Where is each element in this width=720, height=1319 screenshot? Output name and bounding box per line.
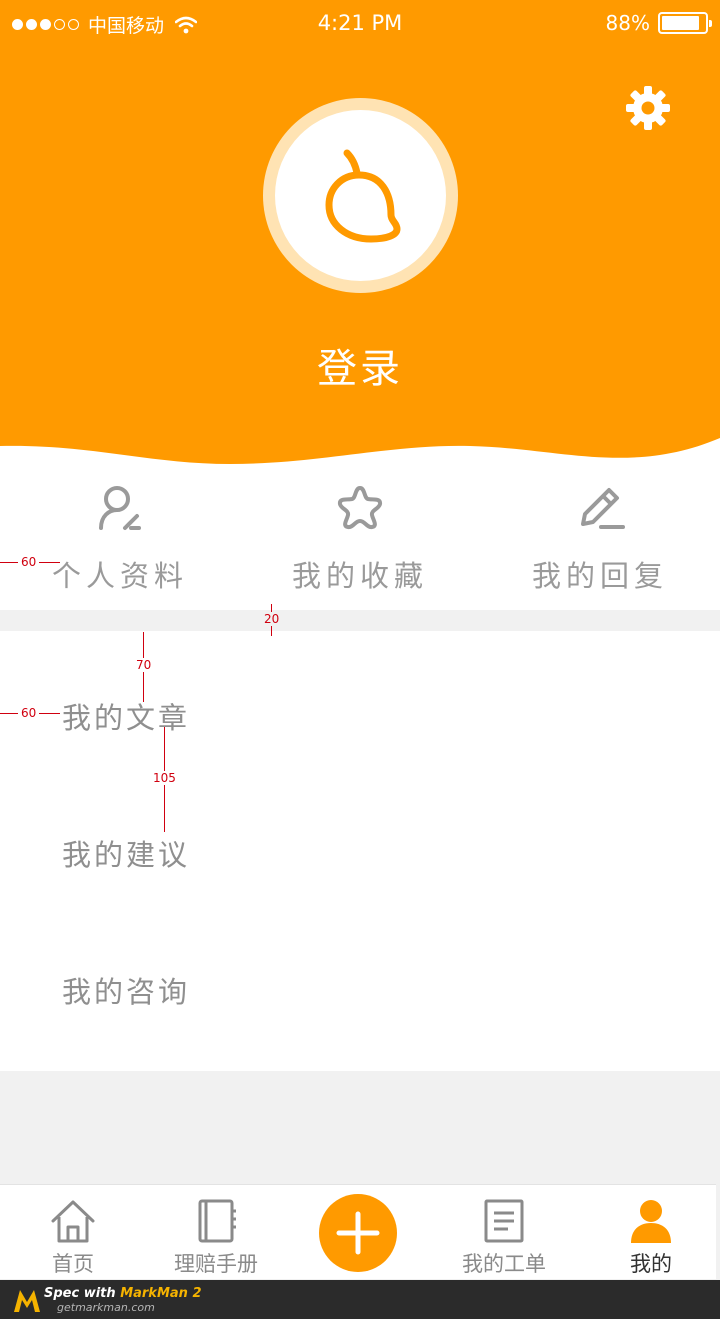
login-button[interactable]: 登录 [0,336,720,394]
user-edit-icon [99,486,141,530]
battery-icon [658,12,712,34]
markman-title: Spec with MarkMan 2 [44,1286,202,1301]
tab-label: 首页 [52,1252,94,1276]
document-icon [484,1199,524,1243]
tab-bar: 首页 理赔手册 我的工单 我的 [0,1184,716,1279]
markman-watermark: Spec with MarkMan 2 getmarkman.com [0,1280,720,1319]
home-icon [51,1200,95,1243]
quick-action-profile[interactable]: 个人资料 [0,482,240,610]
markman-logo [14,1290,40,1312]
header-wave [0,438,720,482]
tab-work-orders[interactable]: 我的工单 [430,1185,576,1280]
spec-label: 105 [152,771,177,785]
tab-label: 我的工单 [462,1252,546,1276]
menu-item-consultations[interactable]: 我的咨询 [62,969,662,1011]
menu-list: 我的文章 我的建议 我的咨询 [0,631,720,1071]
spec-label: 70 [135,658,153,672]
notebook-icon [198,1199,236,1243]
tab-label: 理赔手册 [174,1252,258,1276]
battery-percent: 88% [605,11,650,35]
status-bar: 中国移动 4:21 PM 88% [0,0,720,46]
tab-mine[interactable]: 我的 [576,1185,716,1280]
person-icon [631,1200,671,1243]
markman-url: getmarkman.com [57,1301,155,1314]
menu-item-articles[interactable]: 我的文章 [62,695,662,737]
quick-action-favorites[interactable]: 我的收藏 [240,482,480,610]
quick-actions: 个人资料 我的收藏 我的回复 [0,482,720,610]
plus-icon [336,1211,380,1255]
avatar-inner [275,110,446,281]
add-button[interactable] [319,1194,397,1272]
tab-home[interactable]: 首页 [0,1185,146,1280]
battery-fill [662,16,699,30]
quick-action-label: 我的收藏 [291,559,428,593]
gear-icon[interactable] [624,84,672,132]
mango-icon [325,149,400,242]
star-icon [337,486,383,530]
spec-label: 60 [18,706,40,720]
avatar[interactable] [263,98,458,293]
tab-claims-manual[interactable]: 理赔手册 [146,1185,286,1280]
tab-label: 我的 [630,1252,672,1276]
quick-action-replies[interactable]: 我的回复 [480,482,720,610]
spec-label: 20 [263,612,281,626]
status-right: 88% [605,11,712,35]
menu-item-suggestions[interactable]: 我的建议 [62,832,662,874]
spec-label: 60 [18,555,40,569]
quick-action-label: 我的回复 [531,559,668,593]
pencil-icon [581,488,625,529]
